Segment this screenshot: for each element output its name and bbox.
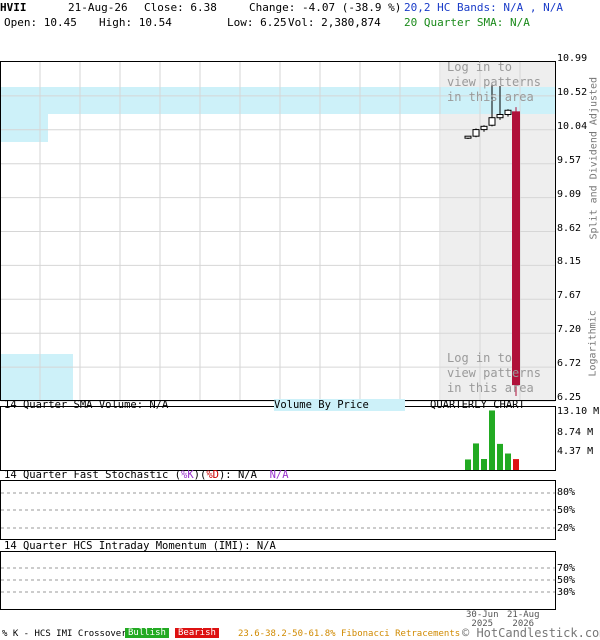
stochastic-title-prefix: 14 Quarter Fast Stochastic (: [4, 469, 182, 481]
imi-tick-50: 50%: [557, 575, 576, 586]
volume-bar: [513, 459, 519, 470]
copyright: © HotCandlestick.com: [462, 626, 600, 640]
candle-body: [464, 135, 472, 139]
price-tick-label: 10.04: [557, 120, 588, 132]
imi-title: 14 Quarter HCS Intraday Momentum (IMI): …: [4, 540, 276, 552]
footer-crossover: % K - HCS IMI Crossover,: [2, 629, 133, 639]
bullish-legend: Bullish: [125, 628, 169, 638]
price-tick-label: 9.57: [557, 154, 582, 166]
stochastic-tick-20: 20%: [557, 523, 576, 534]
volume-bar: [489, 410, 495, 470]
logarithmic-label: Logarithmic: [587, 310, 599, 377]
price-tick-label: 6.25: [557, 392, 582, 403]
hc-band-bottom-block: [0, 354, 73, 400]
candle-body: [488, 117, 496, 126]
volume-tick-1: 13.10 M: [557, 406, 600, 417]
watermark-bottom-2: view patterns: [447, 366, 541, 380]
watermark-bottom-1: Log in to: [447, 351, 513, 365]
candle-body: [496, 114, 504, 119]
stochastic-d-label: %D: [206, 469, 219, 481]
price-tick-label: 8.62: [557, 222, 582, 234]
volume-sma-title: 14 Quarter SMA Volume: N/A: [4, 399, 169, 411]
candle-body: [504, 109, 512, 116]
stochastic-tick-50: 50%: [557, 505, 576, 516]
volume-tick-2: 8.74 M: [557, 427, 594, 438]
watermark-top-1: Log in to: [447, 60, 513, 74]
imi-tick-30: 30%: [557, 587, 576, 598]
price-panel: [0, 61, 556, 402]
candle-body: [472, 129, 480, 137]
split-adjusted-label: Split and Dividend Adjusted: [588, 76, 600, 240]
volume-bar: [473, 443, 479, 470]
stochastic-title-suffix: ): N/A: [218, 469, 257, 481]
volume-bar: [481, 459, 487, 470]
price-tick-label: 7.20: [557, 324, 582, 336]
stochastic-tick-80: 80%: [557, 487, 576, 498]
imi-tick-70: 70%: [557, 563, 576, 574]
stochastic-title: 14 Quarter Fast Stochastic (%K)(%D): N/A…: [4, 469, 289, 481]
watermark-top-2: view patterns: [447, 75, 541, 89]
stochastic-na: N/A: [269, 469, 289, 481]
watermark-bottom-3: in this area: [447, 381, 534, 395]
hc-band-left-block: [0, 114, 48, 142]
volume-by-price-title: Volume By Price: [274, 399, 405, 411]
watermark-top-3: in this area: [447, 90, 534, 104]
price-tick-label: 10.52: [557, 86, 588, 98]
volume-panel: [0, 406, 556, 471]
imi-panel: [0, 551, 556, 610]
stochastic-panel: [0, 480, 556, 540]
volume-bar: [465, 459, 471, 470]
fibonacci-legend: 23.6-38.2-50-61.8% Fibonacci Retracement…: [238, 629, 461, 639]
price-tick-label: 6.72: [557, 358, 582, 370]
candle-body: [512, 111, 520, 386]
volume-bar: [505, 453, 511, 470]
stochastic-k-label: %K: [181, 469, 194, 481]
price-tick-label: 8.15: [557, 256, 582, 268]
quarterly-chart-title: QUARTERLY CHART: [430, 399, 525, 411]
bearish-legend: Bearish: [175, 628, 219, 638]
volume-tick-3: 4.37 M: [557, 446, 594, 457]
candle-body: [480, 125, 488, 131]
volume-bar: [497, 443, 503, 470]
price-tick-label: 10.99: [557, 53, 588, 64]
price-tick-label: 9.09: [557, 188, 582, 200]
price-tick-label: 7.67: [557, 290, 582, 302]
